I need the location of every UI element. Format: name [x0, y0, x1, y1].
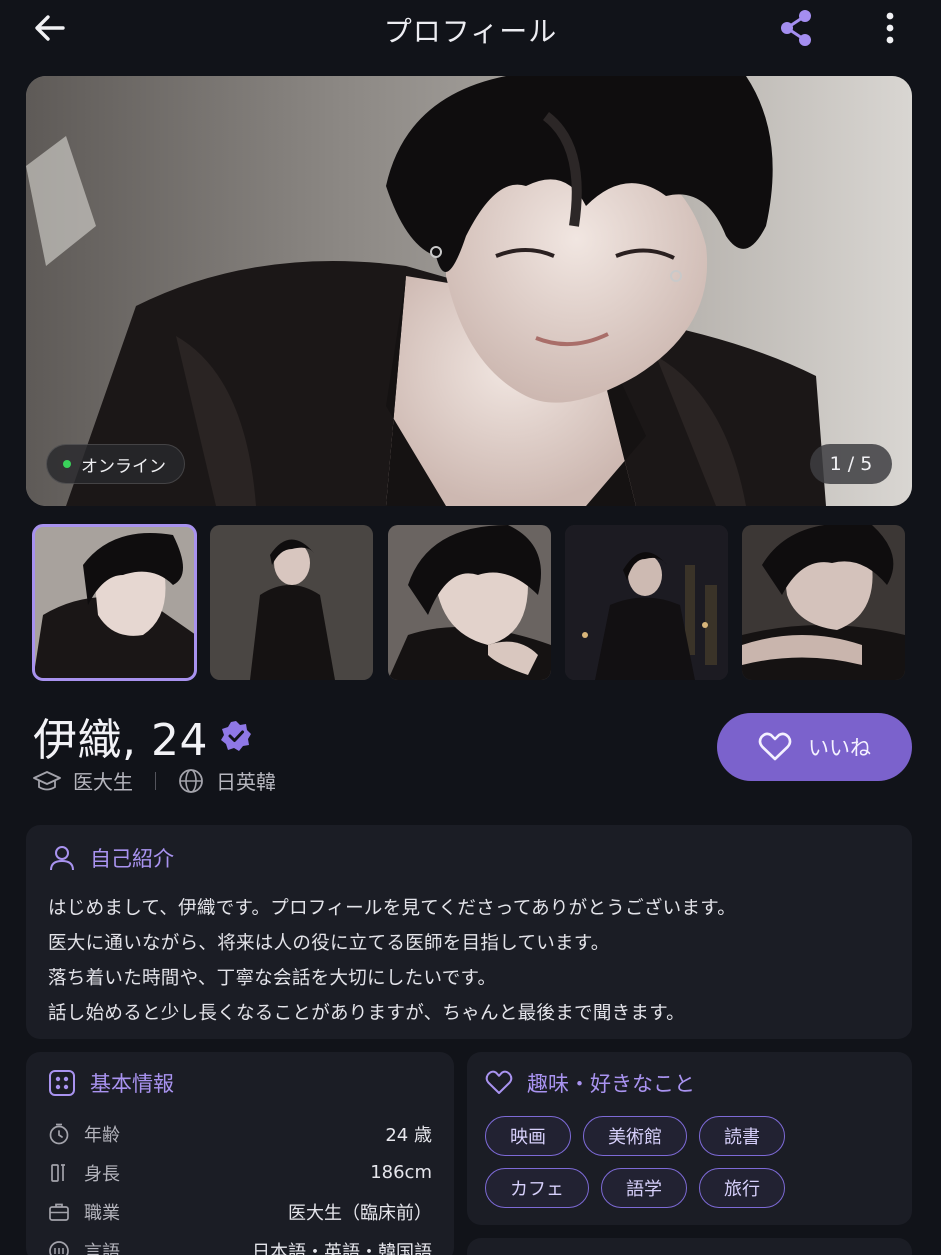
languages-text: 日英韓 [216, 770, 276, 794]
occupation-label-group: 職業 [48, 1199, 198, 1225]
basic-info-card: 基本情報 年齢 24 歳 身長 186cm 職業 医大生（臨床前） 言語 日本語… [26, 1052, 454, 1255]
meta-divider [155, 771, 156, 790]
basic-info-row-language: 言語 日本語・英語・韓国語 [48, 1231, 432, 1255]
hobbies-title: 趣味・好きなこと [527, 1072, 695, 1096]
online-dot-icon [63, 460, 71, 468]
profile-name-age: 伊織, 24 [33, 715, 208, 766]
more-options-button[interactable] [872, 6, 908, 50]
intro-line: はじめまして、伊織です。プロフィールを見てくださってありがとうございます。 [48, 898, 737, 919]
hobby-tag[interactable]: カフェ [485, 1168, 589, 1208]
basic-info-title: 基本情報 [90, 1072, 174, 1096]
intro-header: 自己紹介 [48, 843, 890, 873]
clock-icon [49, 1123, 69, 1144]
hobby-tag[interactable]: 旅行 [699, 1168, 785, 1208]
basic-info-header: 基本情報 [48, 1068, 432, 1098]
hobby-tag[interactable]: 映画 [485, 1116, 571, 1156]
meta-row: 医大生 日英韓 [33, 766, 276, 795]
heart-outline-icon [485, 1070, 513, 1094]
intro-line: 落ち着いた時間や、丁寧な会話を大切にしたいです。 [48, 968, 497, 989]
language-label: 言語 [84, 1241, 120, 1255]
basic-info-row-occupation: 職業 医大生（臨床前） [48, 1192, 432, 1231]
language-label-group: 言語 [48, 1238, 198, 1255]
briefcase-icon [49, 1203, 69, 1221]
top-bar: プロフィール [0, 0, 941, 60]
main-profile-photo[interactable]: オンライン 1 / 5 [26, 76, 912, 506]
globe-icon [179, 768, 203, 793]
intro-line: 話し始めると少し長くなることがありますが、ちゃんと最後まで聞きます。 [48, 1003, 685, 1024]
thumbnail-strip [32, 524, 905, 681]
height-label-group: 身長 [48, 1160, 198, 1186]
more-vertical-icon [886, 12, 894, 44]
like-button[interactable]: いいね [717, 713, 912, 781]
online-status-badge: オンライン [46, 444, 185, 484]
share-button[interactable] [772, 6, 820, 50]
languages-meta: 日英韓 [178, 766, 276, 795]
thumbnail-4[interactable] [565, 525, 728, 680]
age-label-group: 年齢 [48, 1121, 198, 1147]
height-label: 身長 [84, 1163, 120, 1185]
age-label: 年齢 [84, 1124, 120, 1146]
hobbies-card: 趣味・好きなこと 映画 美術館 読書 カフェ 語学 旅行 [467, 1052, 912, 1225]
share-icon [781, 10, 811, 46]
intro-title: 自己紹介 [90, 847, 174, 871]
photo-counter: 1 / 5 [810, 444, 892, 484]
basic-info-row-age: 年齢 24 歳 [48, 1114, 432, 1153]
next-card-peek [467, 1238, 912, 1255]
height-icon [51, 1163, 65, 1182]
hobbies-header: 趣味・好きなこと [485, 1068, 894, 1098]
occupation-label: 職業 [84, 1202, 120, 1224]
heart-icon [758, 732, 792, 761]
intro-card: 自己紹介 はじめまして、伊織です。プロフィールを見てくださってありがとうございま… [26, 825, 912, 1039]
thumbnail-1[interactable] [32, 524, 197, 681]
thumbnail-3[interactable] [388, 525, 551, 680]
intro-line: 医大に通いながら、将来は人の役に立てる医師を目指しています。 [48, 933, 610, 954]
name-row: 伊織, 24 [33, 704, 252, 768]
occupation-meta: 医大生 [33, 766, 133, 795]
hobby-tag[interactable]: 美術館 [583, 1116, 687, 1156]
hobby-tag[interactable]: 読書 [699, 1116, 785, 1156]
hobby-tags: 映画 美術館 読書 カフェ 語学 旅行 [485, 1116, 894, 1208]
user-icon [50, 846, 74, 871]
grid-info-icon [49, 1070, 75, 1096]
intro-text: はじめまして、伊織です。プロフィールを見てくださってありがとうございます。 医大… [48, 891, 890, 1031]
thumbnail-5[interactable] [742, 525, 905, 680]
basic-info-list: 年齢 24 歳 身長 186cm 職業 医大生（臨床前） 言語 日本語・英語・韓… [48, 1114, 432, 1255]
height-value: 186cm [370, 1162, 432, 1183]
thumbnail-2[interactable] [210, 525, 373, 680]
language-icon [49, 1240, 69, 1255]
online-label: オンライン [81, 456, 166, 477]
graduation-cap-icon [33, 770, 61, 790]
age-value: 24 歳 [385, 1124, 432, 1146]
language-value: 日本語・英語・韓国語 [252, 1241, 432, 1255]
occupation-text: 医大生 [73, 770, 133, 794]
basic-info-row-height: 身長 186cm [48, 1153, 432, 1192]
verified-badge-icon [220, 721, 251, 751]
like-label: いいね [808, 736, 871, 760]
hobby-tag[interactable]: 語学 [601, 1168, 687, 1208]
occupation-value: 医大生（臨床前） [288, 1202, 432, 1224]
